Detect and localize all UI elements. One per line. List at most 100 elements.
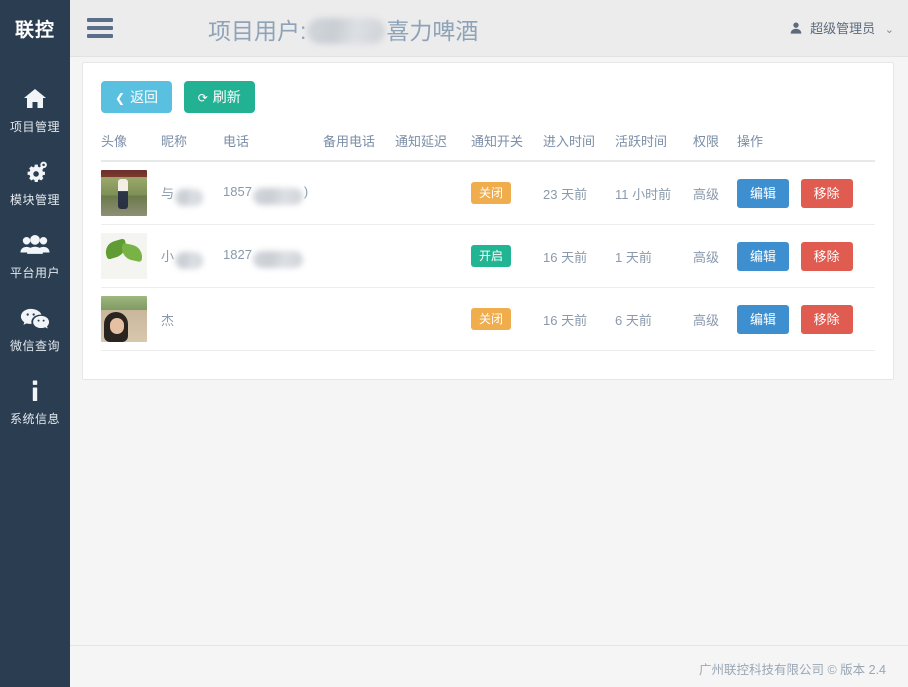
page-title-suffix: 喜力啤酒	[386, 18, 478, 44]
back-button-label: 返回	[130, 89, 158, 105]
page-title-prefix: 项目用户:	[208, 18, 306, 44]
cell-active-time: 11 小时前	[615, 161, 693, 225]
edit-button[interactable]: 编辑	[737, 242, 789, 271]
sidebar-item-label: 模块管理	[0, 191, 70, 208]
cell-actions: 编辑 移除	[737, 288, 875, 351]
column-header-actions: 操作	[737, 131, 875, 161]
cell-phone: 1857)	[223, 161, 323, 225]
phone-tail: )	[304, 184, 308, 199]
cell-nickname: 小	[161, 225, 223, 288]
cell-notify-delay	[395, 225, 471, 288]
user-menu[interactable]: 超级管理员 ⌄	[790, 18, 894, 37]
cell-avatar	[101, 161, 161, 225]
cell-nickname: 杰	[161, 288, 223, 351]
info-icon	[0, 377, 70, 403]
cell-phone: 1827	[223, 225, 323, 288]
cell-alt-phone	[323, 225, 395, 288]
footer-text: 广州联控科技有限公司 © 版本 2.4	[699, 663, 886, 677]
delete-button[interactable]: 移除	[801, 179, 853, 208]
wechat-icon	[0, 304, 70, 330]
column-header-phone: 电话	[223, 131, 323, 161]
redacted-nickname	[175, 252, 203, 269]
cell-alt-phone	[323, 161, 395, 225]
delete-button[interactable]: 移除	[801, 242, 853, 271]
cell-permission: 高级	[693, 225, 737, 288]
cell-notify-switch: 开启	[471, 225, 543, 288]
delete-button[interactable]: 移除	[801, 305, 853, 334]
cell-actions: 编辑 移除	[737, 161, 875, 225]
footer: 广州联控科技有限公司 © 版本 2.4	[70, 645, 908, 687]
edit-button[interactable]: 编辑	[737, 305, 789, 334]
table-header-row: 头像 昵称 电话 备用电话 通知延迟 通知开关 进入时间 活跃时间 权限 操作	[101, 131, 875, 161]
hamburger-bar	[87, 34, 113, 38]
edit-button[interactable]: 编辑	[737, 179, 789, 208]
cell-active-time: 1 天前	[615, 225, 693, 288]
users-table: 头像 昵称 电话 备用电话 通知延迟 通知开关 进入时间 活跃时间 权限 操作	[101, 131, 875, 351]
table-head: 头像 昵称 电话 备用电话 通知延迟 通知开关 进入时间 活跃时间 权限 操作	[101, 131, 875, 161]
refresh-icon: ⟳	[198, 91, 208, 105]
sidebar-item-module-management[interactable]: 模块管理	[0, 146, 70, 219]
redacted-project-name	[307, 18, 385, 44]
sidebar: 联控 项目管理 模块管理	[0, 0, 70, 687]
gears-icon	[0, 158, 70, 184]
cell-enter-time: 16 天前	[543, 288, 615, 351]
cell-active-time: 6 天前	[615, 288, 693, 351]
table-row: 小 1827 开启 16 天前 1 天前 高级 编辑 移除	[101, 225, 875, 288]
back-button[interactable]: ❮ 返回	[101, 81, 172, 113]
cell-avatar	[101, 288, 161, 351]
column-header-nickname: 昵称	[161, 131, 223, 161]
phone-text: 1827	[223, 247, 252, 262]
avatar	[101, 296, 147, 342]
avatar	[101, 170, 147, 216]
cell-nickname: 与	[161, 161, 223, 225]
home-icon	[0, 85, 70, 111]
cell-notify-delay	[395, 288, 471, 351]
column-header-notify-delay: 通知延迟	[395, 131, 471, 161]
cell-notify-switch: 关闭	[471, 161, 543, 225]
redacted-nickname	[175, 189, 203, 206]
top-bar: 项目用户: 喜力啤酒 超级管理员 ⌄	[70, 0, 908, 57]
status-badge[interactable]: 关闭	[471, 182, 511, 204]
hamburger-bar	[87, 26, 113, 30]
cell-notify-delay	[395, 161, 471, 225]
cell-avatar	[101, 225, 161, 288]
user-menu-label: 超级管理员	[810, 21, 875, 36]
refresh-button[interactable]: ⟳ 刷新	[184, 81, 255, 113]
column-header-notify-switch: 通知开关	[471, 131, 543, 161]
column-header-avatar: 头像	[101, 131, 161, 161]
column-header-active-time: 活跃时间	[615, 131, 693, 161]
cell-phone	[223, 288, 323, 351]
user-icon	[790, 21, 806, 36]
nickname-text: 与	[161, 186, 174, 201]
sidebar-item-label: 项目管理	[0, 118, 70, 135]
phone-text: 1857	[223, 184, 252, 199]
column-header-permission: 权限	[693, 131, 737, 161]
nickname-text: 小	[161, 249, 174, 264]
table-row: 杰 关闭 16 天前 6 天前 高级 编辑 移除	[101, 288, 875, 351]
redacted-phone	[253, 188, 303, 205]
app-root: 联控 项目管理 模块管理	[0, 0, 908, 687]
main-content: ❮ 返回 ⟳ 刷新 头像 昵称 电话 备用电话 通知延迟 通知开关 进入时间	[70, 57, 908, 687]
users-icon	[0, 231, 70, 257]
refresh-button-label: 刷新	[213, 89, 241, 105]
panel-toolbar: ❮ 返回 ⟳ 刷新	[101, 81, 875, 113]
cell-permission: 高级	[693, 161, 737, 225]
hamburger-icon[interactable]	[85, 16, 117, 44]
brand-logo[interactable]: 联控	[0, 0, 70, 57]
table-body: 与 1857) 关闭 23 天前 11 小时前 高级 编辑 移除	[101, 161, 875, 351]
chevron-left-icon: ❮	[115, 91, 125, 105]
sidebar-item-wechat-query[interactable]: 微信查询	[0, 292, 70, 365]
status-badge[interactable]: 开启	[471, 245, 511, 267]
column-header-alt-phone: 备用电话	[323, 131, 395, 161]
sidebar-item-project-management[interactable]: 项目管理	[0, 73, 70, 146]
column-header-enter-time: 进入时间	[543, 131, 615, 161]
avatar	[101, 233, 147, 279]
cell-actions: 编辑 移除	[737, 225, 875, 288]
cell-enter-time: 23 天前	[543, 161, 615, 225]
status-badge[interactable]: 关闭	[471, 308, 511, 330]
users-panel: ❮ 返回 ⟳ 刷新 头像 昵称 电话 备用电话 通知延迟 通知开关 进入时间	[82, 62, 894, 380]
sidebar-item-platform-users[interactable]: 平台用户	[0, 219, 70, 292]
sidebar-item-system-info[interactable]: 系统信息	[0, 365, 70, 438]
page-title: 项目用户: 喜力啤酒	[208, 12, 478, 46]
table-row: 与 1857) 关闭 23 天前 11 小时前 高级 编辑 移除	[101, 161, 875, 225]
